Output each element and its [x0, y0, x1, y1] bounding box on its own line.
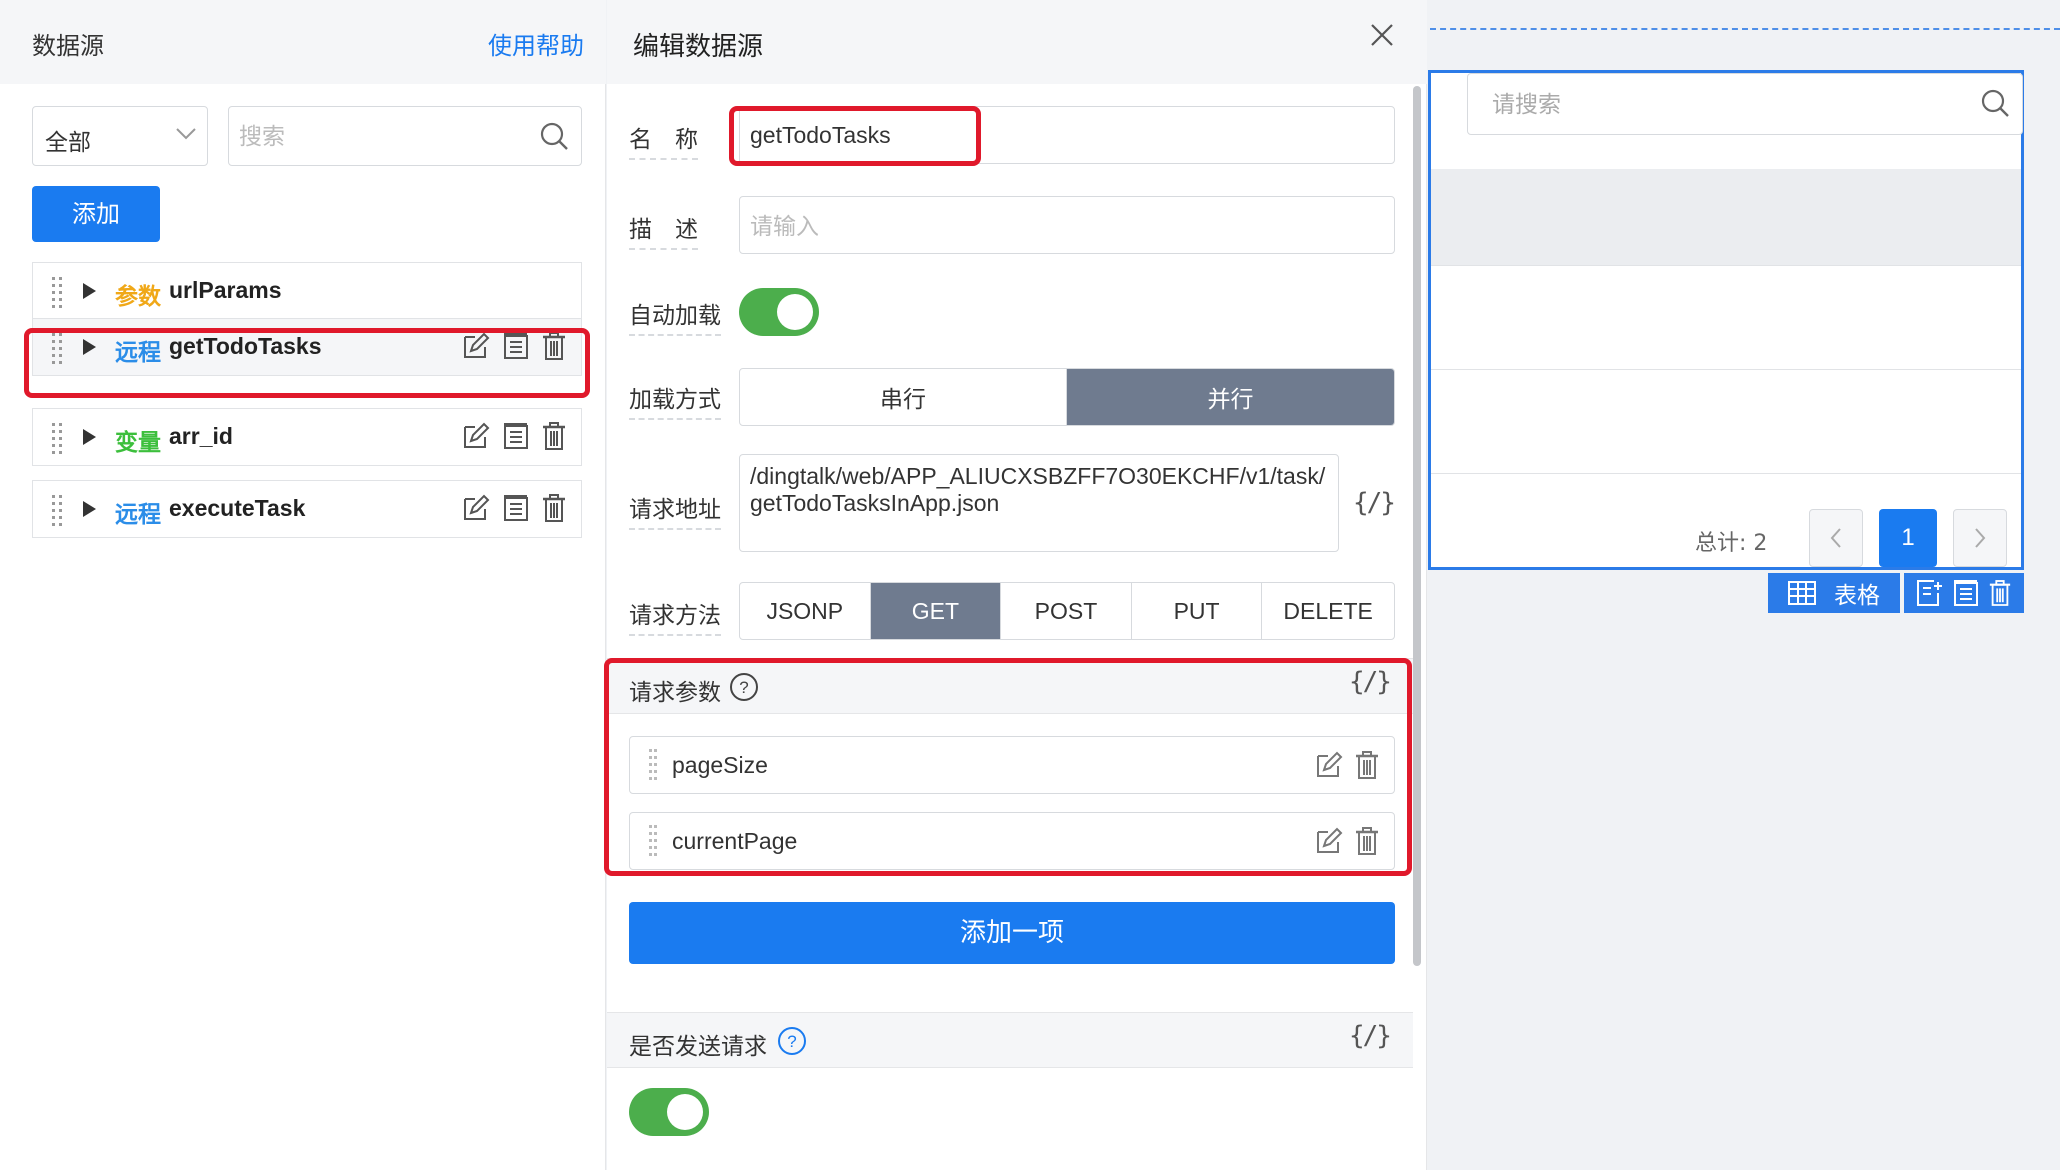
- type-filter-select[interactable]: 全部: [32, 106, 208, 166]
- delete-icon[interactable]: [541, 421, 567, 451]
- help-link[interactable]: 使用帮助: [488, 26, 584, 61]
- datasource-name: arr_id: [169, 423, 233, 449]
- add-datasource-button[interactable]: 添加: [32, 186, 160, 242]
- load-mode-segment: 串行 并行: [739, 368, 1395, 426]
- help-circle-icon[interactable]: ?: [777, 1026, 807, 1056]
- table-row-divider: [1431, 265, 2021, 266]
- method-post[interactable]: POST: [1001, 583, 1132, 639]
- chevron-down-icon: [175, 127, 197, 141]
- table-header-row: [1431, 169, 2021, 265]
- delete-icon[interactable]: [541, 493, 567, 523]
- load-mode-serial[interactable]: 串行: [740, 369, 1067, 425]
- method-put[interactable]: PUT: [1132, 583, 1263, 639]
- search-icon[interactable]: [539, 121, 569, 151]
- add-component-icon[interactable]: [1916, 579, 1944, 607]
- datasource-kind-label: 参数: [115, 284, 161, 310]
- table-grid-icon: [1788, 581, 1816, 605]
- edit-icon[interactable]: [461, 493, 491, 523]
- edit-icon[interactable]: [461, 421, 491, 451]
- datasource-kind-label: 变量: [115, 430, 161, 456]
- description-field[interactable]: [739, 196, 1395, 254]
- editor-title: 编辑数据源: [633, 32, 764, 62]
- auto-load-toggle[interactable]: [739, 288, 819, 336]
- datasource-editor: 编辑数据源 名 称 getTodoTasks 描 述 自动加载 加载方式 串行 …: [604, 0, 1427, 1170]
- search-input[interactable]: [239, 117, 519, 155]
- table-row-divider: [1431, 369, 2021, 370]
- datasource-ops: [461, 421, 567, 451]
- current-page-button[interactable]: 1: [1879, 509, 1937, 567]
- datasource-panel-header: 数据源 使用帮助: [0, 0, 606, 84]
- next-page-button[interactable]: [1953, 509, 2007, 567]
- send-request-code-toggle[interactable]: {/}: [1349, 1021, 1392, 1051]
- datasource-name: executeTask: [169, 495, 306, 521]
- drag-handle-icon[interactable]: [51, 422, 63, 454]
- copy-icon[interactable]: [1952, 579, 1980, 607]
- table-row-divider: [1431, 473, 2021, 474]
- expand-triangle-icon[interactable]: [83, 429, 96, 445]
- container-dashed-border: [1430, 28, 2060, 30]
- method-get[interactable]: GET: [870, 583, 1002, 639]
- design-canvas: 总计: 2 1 表格: [1428, 0, 2060, 1170]
- expand-triangle-icon[interactable]: [83, 283, 96, 299]
- drag-handle-icon[interactable]: [51, 494, 63, 526]
- request-url-value: /dingtalk/web/APP_ALIUCXSBZFF7O30EKCHF/v…: [750, 463, 1326, 516]
- highlight-box-name: [729, 106, 981, 166]
- datasource-item-arr_id[interactable]: 变量 arr_id: [32, 408, 582, 466]
- svg-text:?: ?: [787, 1032, 796, 1051]
- copy-icon[interactable]: [501, 493, 531, 523]
- name-label: 名 称: [629, 120, 698, 160]
- send-request-header: 是否发送请求 ? {/}: [607, 1012, 1413, 1068]
- component-toolbar: 表格: [1768, 573, 2024, 613]
- datasource-kind-label: 远程: [115, 502, 161, 528]
- datasource-panel: 数据源 使用帮助 全部 添加 参数 urlParams 远程 getTodoTa…: [0, 0, 606, 1170]
- datasource-name: urlParams: [169, 277, 282, 303]
- table-component-selected[interactable]: 总计: 2 1: [1428, 70, 2024, 570]
- table-search-input[interactable]: [1492, 86, 1952, 122]
- search-icon[interactable]: [1980, 88, 2010, 118]
- editor-scrollbar[interactable]: [1413, 86, 1421, 966]
- description-input[interactable]: [750, 209, 1370, 243]
- expand-triangle-icon[interactable]: [83, 501, 96, 517]
- editor-header: 编辑数据源: [607, 0, 1427, 84]
- highlight-box-selected-item: [24, 328, 590, 398]
- type-filter-value: 全部: [45, 130, 91, 156]
- panel-title: 数据源: [32, 32, 104, 60]
- close-icon[interactable]: [1369, 22, 1395, 48]
- copy-icon[interactable]: [501, 421, 531, 451]
- component-ops: [1904, 573, 2024, 613]
- request-url-code-toggle[interactable]: {/}: [1353, 488, 1396, 518]
- request-url-field[interactable]: /dingtalk/web/APP_ALIUCXSBZFF7O30EKCHF/v…: [739, 454, 1339, 552]
- add-param-button[interactable]: 添加一项: [629, 902, 1395, 964]
- method-jsonp[interactable]: JSONP: [740, 583, 871, 639]
- datasource-item-urlParams[interactable]: 参数 urlParams: [32, 262, 582, 320]
- prev-page-button[interactable]: [1809, 509, 1863, 567]
- request-method-label: 请求方法: [629, 596, 721, 636]
- send-request-toggle[interactable]: [629, 1088, 709, 1136]
- auto-load-label: 自动加载: [629, 296, 721, 336]
- table-search-box[interactable]: [1467, 73, 2023, 135]
- datasource-ops: [461, 493, 567, 523]
- request-url-label: 请求地址: [629, 490, 721, 530]
- table-total-count: 总计: 2: [1695, 531, 1768, 556]
- method-delete[interactable]: DELETE: [1262, 583, 1394, 639]
- load-mode-parallel[interactable]: 并行: [1067, 369, 1394, 425]
- component-type-label: 表格: [1834, 583, 1880, 609]
- send-request-label: 是否发送请求: [629, 1034, 767, 1060]
- datasource-search[interactable]: [228, 106, 582, 166]
- delete-icon[interactable]: [1988, 579, 2012, 607]
- highlight-box-request-params: [604, 658, 1412, 876]
- component-type-tag[interactable]: 表格: [1768, 573, 1900, 613]
- drag-handle-icon[interactable]: [51, 276, 63, 308]
- datasource-item-executeTask[interactable]: 远程 executeTask: [32, 480, 582, 538]
- load-mode-label: 加载方式: [629, 380, 721, 420]
- description-label: 描 述: [629, 210, 698, 250]
- request-method-segment: JSONP GET POST PUT DELETE: [739, 582, 1395, 640]
